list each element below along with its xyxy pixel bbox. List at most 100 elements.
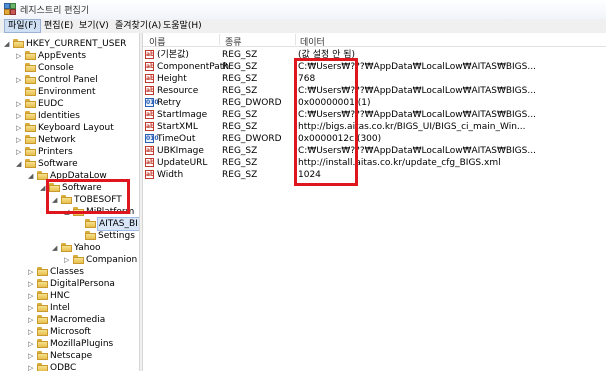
value-row[interactable]: ab Resource REG_SZ C:₩Users₩???₩AppData₩Loc… — [143, 85, 606, 97]
tree-item[interactable]: ◢ AppDataLow — [28, 170, 107, 182]
key-tree[interactable]: ◢ HKEY_CURRENT_USER ▷ AppEvents Console ▷ Cont… — [0, 33, 139, 371]
tree-item[interactable]: ▷ Netscape — [28, 350, 92, 362]
expand-arrow-icon[interactable]: ▷ — [28, 350, 36, 362]
value-row[interactable]: 010Retry REG_DWORD 0x00000001 (1) — [143, 97, 606, 109]
value-name-cell: ab StartImage — [145, 109, 207, 121]
tree-item[interactable]: ▷ MozillaPlugins — [28, 338, 113, 350]
column-type[interactable]: 종류 — [225, 35, 242, 48]
folder-icon — [37, 351, 48, 360]
expand-arrow-icon[interactable]: ▷ — [16, 134, 24, 146]
expand-arrow-icon[interactable]: ▷ — [16, 146, 24, 158]
expand-arrow-icon[interactable]: ◢ — [64, 206, 72, 218]
value-name-cell: 010TimeOut — [145, 133, 195, 145]
menu-file[interactable]: 파일(F) — [4, 19, 41, 33]
value-data: (값 설정 안 됨) — [298, 50, 356, 60]
expand-arrow-icon[interactable]: ◢ — [52, 194, 60, 206]
expand-arrow-icon[interactable]: ▷ — [28, 314, 36, 326]
column-data[interactable]: 데이터 — [300, 35, 325, 48]
menu-favorites[interactable]: 즐겨찾기(A) — [112, 20, 164, 32]
expand-arrow-icon[interactable]: ▷ — [28, 326, 36, 338]
expand-arrow-icon[interactable]: ▷ — [16, 98, 24, 110]
tree-item[interactable]: ▷ HNC — [28, 290, 70, 302]
tree-item[interactable]: ▷ AppEvents — [16, 50, 86, 62]
tree-item[interactable]: ▷ Classes — [28, 266, 84, 278]
menu-edit[interactable]: 편집(E) — [41, 20, 76, 32]
tree-item[interactable]: ▷ Companion — [64, 254, 137, 266]
tree-item[interactable]: Console — [16, 62, 74, 74]
value-row[interactable]: ab ComponentPath REG_SZ C:₩Users₩???₩AppDat… — [143, 61, 606, 73]
tree-item[interactable]: ◢ MiPlatform — [64, 206, 134, 218]
value-type: REG_SZ — [222, 50, 258, 60]
column-divider[interactable] — [219, 34, 220, 45]
tree-item-label: EUDC — [38, 99, 64, 109]
tree-item[interactable]: ◢ Yahoo — [52, 242, 101, 254]
value-row[interactable]: ab UBKImage REG_SZ C:₩Users₩???₩AppData₩Loc… — [143, 145, 606, 157]
value-data: C:₩Users₩???₩AppData₩LocalLow₩AITAS₩BIGS… — [298, 86, 536, 96]
expand-arrow-icon[interactable]: ▷ — [64, 254, 72, 266]
tree-item[interactable]: Settings — [76, 230, 135, 242]
tree-item-label: Identities — [38, 111, 80, 121]
expand-arrow-icon[interactable]: ▷ — [16, 74, 24, 86]
expand-arrow-icon[interactable]: ◢ — [28, 170, 36, 182]
tree-item[interactable]: AITAS_BI — [76, 217, 139, 231]
tree-item-label: Intel — [50, 303, 70, 313]
value-row[interactable]: ab UpdateURL REG_SZ http://install.aitas.co… — [143, 157, 606, 169]
tree-item[interactable]: ◢ Software — [16, 158, 78, 170]
expand-arrow-icon[interactable]: ◢ — [40, 182, 48, 194]
tree-item[interactable]: ▷ Printers — [16, 146, 73, 158]
list-header: 이름 종류 데이터 — [143, 33, 606, 48]
menu-view[interactable]: 보기(V) — [76, 20, 112, 32]
tree-item[interactable]: ▷ Network — [16, 134, 76, 146]
expand-arrow-icon[interactable]: ▷ — [16, 50, 24, 62]
value-list[interactable]: 이름 종류 데이터 ab (기본값) REG_SZ (값 설정 안 됨) ab Compo… — [143, 33, 606, 371]
tree-item[interactable]: ▷ Keyboard Layout — [16, 122, 114, 134]
tree-item[interactable]: ▷ Control Panel — [16, 74, 98, 86]
expand-arrow-icon[interactable]: ▷ — [16, 122, 24, 134]
folder-icon — [73, 255, 84, 264]
tree-item[interactable]: Environment — [16, 86, 95, 98]
tree-item[interactable]: ▷ Macromedia — [28, 314, 105, 326]
folder-icon — [25, 111, 36, 120]
tree-item[interactable]: ▷ Identities — [16, 110, 80, 122]
expand-arrow-icon[interactable]: ▷ — [28, 302, 36, 314]
value-data: http://install.aitas.co.kr/update_cfg_BI… — [298, 158, 501, 168]
expand-arrow-icon[interactable]: ▷ — [28, 362, 36, 371]
menu-help[interactable]: 도움말(H) — [160, 20, 205, 32]
expand-arrow-icon[interactable]: ▷ — [28, 290, 36, 302]
tree-item[interactable]: ◢ Software — [40, 182, 102, 194]
expand-arrow-icon[interactable]: ▷ — [28, 338, 36, 350]
value-row[interactable]: ab StartImage REG_SZ C:₩Users₩???₩AppData₩L… — [143, 109, 606, 121]
tree-item-label: Console — [38, 63, 74, 73]
folder-icon — [37, 315, 48, 324]
column-name[interactable]: 이름 — [149, 35, 166, 48]
value-row[interactable]: ab Width REG_SZ 1024 — [143, 169, 606, 181]
value-row[interactable]: ab (기본값) REG_SZ (값 설정 안 됨) — [143, 49, 606, 61]
expand-arrow-icon[interactable]: ◢ — [52, 242, 60, 254]
value-row[interactable]: ab StartXML REG_SZ http://bigs.aitas.co.kr/… — [143, 121, 606, 133]
expand-arrow-icon[interactable]: ▷ — [28, 278, 36, 290]
tree-item[interactable]: ▷ Microsoft — [28, 326, 91, 338]
tree-item-label: AppEvents — [38, 51, 87, 61]
folder-icon — [25, 87, 36, 96]
tree-item[interactable]: ◢ HKEY_CURRENT_USER — [4, 38, 126, 50]
expand-arrow-icon[interactable]: ▷ — [16, 110, 24, 122]
tree-item[interactable]: ▷ Intel — [28, 302, 70, 314]
tree-item[interactable]: ◢ TOBESOFT — [52, 194, 122, 206]
value-row[interactable]: ab Height REG_SZ 768 — [143, 73, 606, 85]
registry-editor-icon — [4, 3, 16, 15]
folder-icon — [25, 135, 36, 144]
folder-icon — [25, 99, 36, 108]
value-row[interactable]: 010TimeOut REG_DWORD 0x0000012c (300) — [143, 133, 606, 145]
value-name: ComponentPath — [157, 62, 230, 72]
expand-arrow-icon[interactable]: ◢ — [4, 38, 12, 50]
value-type: REG_DWORD — [222, 134, 282, 144]
column-divider[interactable] — [295, 34, 296, 45]
expand-arrow-icon[interactable]: ▷ — [28, 266, 36, 278]
tree-item[interactable]: ▷ ODBC — [28, 362, 76, 371]
tree-item[interactable]: ▷ EUDC — [16, 98, 64, 110]
value-name: UpdateURL — [157, 158, 208, 168]
folder-icon — [37, 171, 48, 180]
value-data: C:₩Users₩???₩AppData₩LocalLow₩AITAS₩BIGS… — [298, 62, 536, 72]
expand-arrow-icon[interactable]: ◢ — [16, 158, 24, 170]
tree-item[interactable]: ▷ DigitalPersona — [28, 278, 115, 290]
